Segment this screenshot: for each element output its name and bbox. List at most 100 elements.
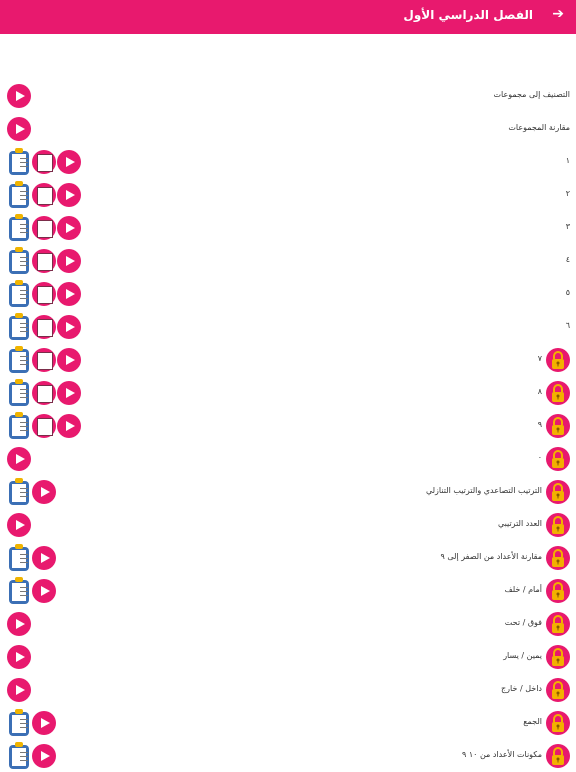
book-icon[interactable]	[32, 150, 56, 174]
worksheet-clipboard-icon[interactable]	[7, 313, 31, 341]
lesson-row[interactable]: أمام / خلف	[0, 575, 576, 607]
book-icon[interactable]	[32, 249, 56, 273]
lesson-row[interactable]: ٧	[0, 344, 576, 376]
lock-icon	[546, 579, 570, 603]
lesson-label: ٠	[537, 453, 542, 462]
play-button[interactable]	[57, 183, 81, 207]
worksheet-clipboard-icon[interactable]	[7, 577, 31, 605]
back-arrow-icon[interactable]: ➔	[552, 6, 564, 22]
lock-icon	[546, 480, 570, 504]
book-icon[interactable]	[32, 348, 56, 372]
app-bar: ➔ الفصل الدراسي الأول	[0, 0, 576, 34]
lesson-label: أمام / خلف	[504, 585, 542, 594]
play-button[interactable]	[7, 645, 31, 669]
lock-icon	[546, 381, 570, 405]
lesson-row[interactable]: الترتيب التصاعدي والترتيب التنازلي	[0, 476, 576, 508]
lock-icon	[546, 414, 570, 438]
worksheet-clipboard-icon[interactable]	[7, 247, 31, 275]
play-button[interactable]	[32, 480, 56, 504]
lesson-label: التصنيف إلى مجموعات	[493, 90, 570, 99]
lesson-label: ٧	[537, 354, 542, 363]
book-icon[interactable]	[32, 183, 56, 207]
page-title: الفصل الدراسي الأول	[403, 8, 533, 22]
worksheet-clipboard-icon[interactable]	[7, 280, 31, 308]
lesson-label: يمين / يسار	[503, 651, 542, 660]
play-button[interactable]	[32, 711, 56, 735]
lock-icon	[546, 711, 570, 735]
worksheet-clipboard-icon[interactable]	[7, 478, 31, 506]
lesson-row[interactable]: مكونات الأعداد من ١٠ ٩	[0, 740, 576, 772]
lesson-row[interactable]: ٨	[0, 377, 576, 409]
worksheet-clipboard-icon[interactable]	[7, 379, 31, 407]
play-button[interactable]	[57, 315, 81, 339]
book-icon[interactable]	[32, 414, 56, 438]
lesson-label: مقارنة الأعداد من الصفر إلى ٩	[440, 552, 542, 561]
lesson-label: الترتيب التصاعدي والترتيب التنازلي	[425, 486, 542, 495]
worksheet-clipboard-icon[interactable]	[7, 214, 31, 242]
lesson-row[interactable]: ٣	[0, 212, 576, 244]
lesson-row[interactable]: يمين / يسار	[0, 641, 576, 673]
play-button[interactable]	[7, 84, 31, 108]
lesson-label: ٥	[565, 288, 570, 297]
play-button[interactable]	[57, 381, 81, 405]
lesson-label: ٩	[537, 420, 542, 429]
worksheet-clipboard-icon[interactable]	[7, 181, 31, 209]
book-icon[interactable]	[32, 315, 56, 339]
worksheet-clipboard-icon[interactable]	[7, 544, 31, 572]
worksheet-clipboard-icon[interactable]	[7, 412, 31, 440]
lesson-row[interactable]: داخل / خارج	[0, 674, 576, 706]
book-icon[interactable]	[32, 216, 56, 240]
lesson-row[interactable]: ٦	[0, 311, 576, 343]
lock-icon	[546, 546, 570, 570]
lesson-row[interactable]: ١	[0, 146, 576, 178]
lock-icon	[546, 678, 570, 702]
lock-icon	[546, 645, 570, 669]
lesson-label: ١	[565, 156, 570, 165]
lesson-label: الجمع	[523, 717, 542, 726]
lesson-row[interactable]: مقارنة الأعداد من الصفر إلى ٩	[0, 542, 576, 574]
lesson-label: مقارنة المجموعات	[508, 123, 570, 132]
play-button[interactable]	[57, 348, 81, 372]
lesson-row[interactable]: ٤	[0, 245, 576, 277]
play-button[interactable]	[7, 117, 31, 141]
lock-icon	[546, 447, 570, 471]
play-button[interactable]	[57, 249, 81, 273]
play-button[interactable]	[7, 612, 31, 636]
lesson-row[interactable]: ٥	[0, 278, 576, 310]
lesson-row[interactable]: الجمع	[0, 707, 576, 739]
lesson-row[interactable]: التصنيف إلى مجموعات	[0, 80, 576, 112]
lesson-label: داخل / خارج	[501, 684, 542, 693]
lesson-row[interactable]: مقارنة المجموعات	[0, 113, 576, 145]
play-button[interactable]	[57, 414, 81, 438]
play-button[interactable]	[57, 150, 81, 174]
lesson-label: مكونات الأعداد من ١٠ ٩	[461, 750, 542, 759]
worksheet-clipboard-icon[interactable]	[7, 148, 31, 176]
play-button[interactable]	[32, 579, 56, 603]
play-button[interactable]	[7, 678, 31, 702]
worksheet-clipboard-icon[interactable]	[7, 742, 31, 770]
lesson-label: ٣	[565, 222, 570, 231]
play-button[interactable]	[7, 513, 31, 537]
lesson-row[interactable]: ٢	[0, 179, 576, 211]
lock-icon	[546, 513, 570, 537]
lesson-row[interactable]: ٠	[0, 443, 576, 475]
lesson-label: ٦	[565, 321, 570, 330]
lock-icon	[546, 612, 570, 636]
play-button[interactable]	[57, 282, 81, 306]
lesson-row[interactable]: ٩	[0, 410, 576, 442]
lesson-label: ٨	[537, 387, 542, 396]
play-button[interactable]	[32, 744, 56, 768]
play-button[interactable]	[32, 546, 56, 570]
lesson-row[interactable]: العدد الترتيبي	[0, 509, 576, 541]
worksheet-clipboard-icon[interactable]	[7, 709, 31, 737]
worksheet-clipboard-icon[interactable]	[7, 346, 31, 374]
book-icon[interactable]	[32, 282, 56, 306]
book-icon[interactable]	[32, 381, 56, 405]
lesson-label: فوق / تحت	[504, 618, 542, 627]
lesson-row[interactable]: فوق / تحت	[0, 608, 576, 640]
lesson-label: العدد الترتيبي	[497, 519, 542, 528]
play-button[interactable]	[57, 216, 81, 240]
play-button[interactable]	[7, 447, 31, 471]
lesson-label: ٤	[565, 255, 570, 264]
lock-icon	[546, 348, 570, 372]
